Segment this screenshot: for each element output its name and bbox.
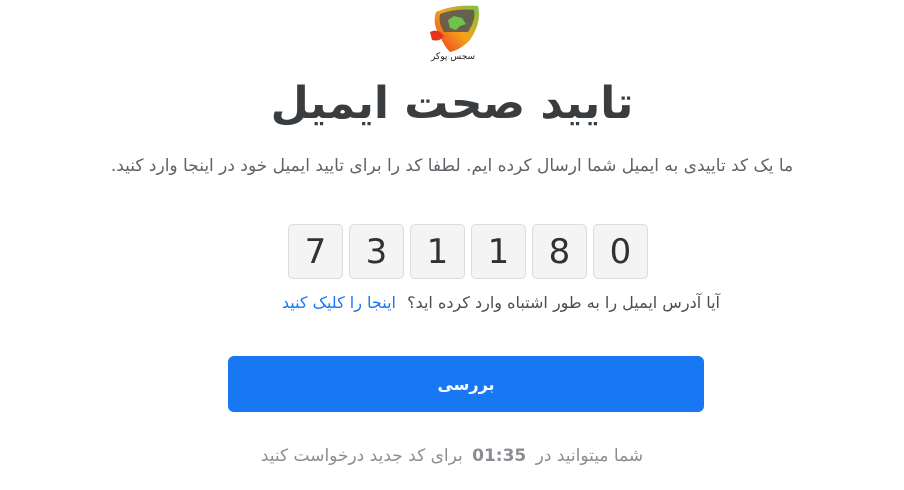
brand-logo: سجس پوکر	[420, 2, 486, 66]
resend-timer-text: شما میتوانید در 01:35 برای کد جدید درخوا…	[0, 446, 904, 466]
code-digit-5[interactable]: 8	[532, 224, 587, 279]
countdown-timer: 01:35	[472, 446, 527, 466]
code-digit-2[interactable]: 3	[349, 224, 404, 279]
code-digit-6[interactable]: 0	[593, 224, 648, 279]
code-digit-1[interactable]: 7	[288, 224, 343, 279]
code-digit-3[interactable]: 1	[410, 224, 465, 279]
code-digit-4[interactable]: 1	[471, 224, 526, 279]
wrong-email-prompt: آیا آدرس ایمیل را به طور اشتباه وارد کرد…	[120, 293, 720, 312]
page-subtitle: ما یک کد تاییدی به ایمیل شما ارسال کرده …	[110, 156, 794, 176]
verify-button[interactable]: بررسی	[228, 356, 704, 412]
change-email-link[interactable]: اینجا را کلیک کنید	[282, 293, 396, 312]
poker-logo-icon	[430, 5, 479, 53]
resend-prefix: شما میتوانید در	[535, 446, 644, 466]
logo-text: سجس پوکر	[430, 52, 476, 62]
resend-suffix: برای کد جدید درخواست کنید	[260, 446, 463, 466]
wrong-email-question: آیا آدرس ایمیل را به طور اشتباه وارد کرد…	[407, 293, 720, 312]
page-title: تایید صحت ایمیل	[270, 78, 634, 129]
verification-code-inputs: 7 3 1 1 8 0	[288, 224, 654, 279]
